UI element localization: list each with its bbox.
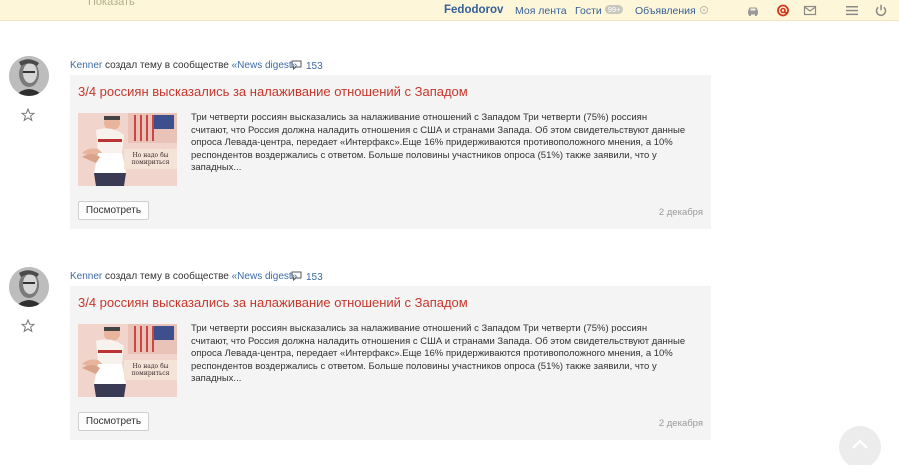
comments-count: 153 <box>306 272 323 283</box>
post-card: 3/4 россиян высказались за налаживание о… <box>70 75 711 229</box>
author-link[interactable]: Kenner <box>70 60 102 71</box>
post-title[interactable]: 3/4 россиян высказались за налаживание о… <box>78 84 468 99</box>
post-excerpt: Три четверти россиян высказались за нала… <box>191 323 686 384</box>
username-link[interactable]: Fedodorov <box>444 4 503 16</box>
nav-my-feed[interactable]: Моя лента <box>515 5 567 17</box>
car-icon[interactable] <box>746 4 760 17</box>
menu-icon[interactable] <box>845 4 859 17</box>
nav-ads-label: Объявления <box>635 5 696 17</box>
post-date: 2 декабря <box>658 207 703 218</box>
feed-post: Kenner создал тему в сообществе «News di… <box>0 56 899 246</box>
author-avatar[interactable] <box>9 56 49 96</box>
post-title[interactable]: 3/4 россиян высказались за налаживание о… <box>78 295 468 310</box>
thumbnail-caption: Но надо бы помириться <box>131 363 170 377</box>
post-card: 3/4 россиян высказались за налаживание о… <box>70 286 711 440</box>
ads-status-icon <box>699 6 708 14</box>
post-meta: Kenner создал тему в сообществе «News di… <box>70 271 323 283</box>
top-bar: Показать Fedodorov Моя лента Гости 99+ Об… <box>0 0 899 21</box>
scroll-to-top-button[interactable] <box>839 426 881 465</box>
post-thumbnail[interactable]: Но надо бы помириться <box>78 113 177 186</box>
post-thumbnail[interactable]: Но надо бы помириться <box>78 324 177 397</box>
faded-header-text: Показать <box>88 0 135 8</box>
comment-icon <box>291 60 302 71</box>
power-icon[interactable] <box>874 4 888 17</box>
community-link[interactable]: «News digest» <box>232 271 298 282</box>
feed-post: Kenner создал тему в сообществе «News di… <box>0 267 899 457</box>
at-icon[interactable] <box>776 4 790 17</box>
post-action-text: создал тему в сообществе <box>105 60 229 71</box>
author-avatar[interactable] <box>9 267 49 307</box>
comments-link[interactable]: 153 <box>291 271 323 283</box>
author-link[interactable]: Kenner <box>70 271 102 282</box>
nav-guests-label: Гости <box>575 5 602 17</box>
comment-icon <box>291 271 302 282</box>
post-action-text: создал тему в сообществе <box>105 271 229 282</box>
chevron-up-icon <box>852 439 868 449</box>
comments-count: 153 <box>306 61 323 72</box>
thumbnail-caption: Но надо бы помириться <box>131 152 170 166</box>
guests-count-badge: 99+ <box>604 5 624 14</box>
view-button[interactable]: Посмотреть <box>78 412 149 431</box>
comments-link[interactable]: 153 <box>291 60 323 72</box>
mail-icon[interactable] <box>803 4 817 17</box>
favorite-star-icon[interactable] <box>21 319 35 333</box>
favorite-star-icon[interactable] <box>21 108 35 122</box>
nav-ads[interactable]: Объявления <box>635 5 708 17</box>
post-meta: Kenner создал тему в сообществе «News di… <box>70 60 323 72</box>
view-button[interactable]: Посмотреть <box>78 201 149 220</box>
nav-guests[interactable]: Гости 99+ <box>575 5 624 17</box>
community-link[interactable]: «News digest» <box>232 60 298 71</box>
post-excerpt: Три четверти россиян высказались за нала… <box>191 112 686 173</box>
post-date: 2 декабря <box>658 418 703 429</box>
